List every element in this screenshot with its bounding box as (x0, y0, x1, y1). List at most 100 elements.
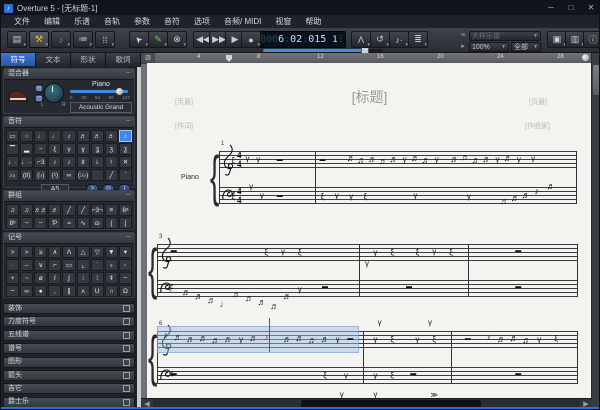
palette-cell[interactable]: △ (76, 246, 90, 258)
score-glyph[interactable]: ♬ (547, 182, 556, 191)
score-glyph[interactable]: ▬ (347, 336, 353, 342)
pencil-button[interactable]: ✎ ▾ (148, 31, 168, 48)
lyricist-placeholder[interactable]: [作词] (175, 121, 193, 131)
score-glyph[interactable]: γ (415, 336, 419, 344)
palette-cell[interactable]: ♭♭ (6, 169, 20, 181)
collapse-icon[interactable]: − (126, 69, 130, 79)
score-glyph[interactable]: γ (413, 192, 417, 200)
palette-cell[interactable]: ≈ (62, 217, 76, 229)
score-glyph[interactable]: ♪ (487, 333, 492, 342)
close-button[interactable]: ✕ (581, 1, 599, 15)
patch-name-field[interactable]: Acoustic Grand (70, 102, 132, 113)
palette-cell[interactable]: (♭) (34, 169, 48, 181)
score-glyph[interactable]: ♬ (224, 335, 233, 344)
score-glyph[interactable]: γ (373, 249, 377, 257)
score-glyph[interactable]: ♬ (357, 156, 366, 165)
panel-bar-图形[interactable]: 图形 (3, 356, 135, 368)
score-glyph[interactable]: ♩ (220, 300, 229, 309)
palette-cell[interactable]: ♪ (62, 156, 76, 168)
palette-cell[interactable]: ⌞ (76, 259, 90, 271)
palette-cell[interactable]: ╱ (76, 204, 90, 216)
tools-button[interactable]: ⚒ ▾ (29, 31, 49, 48)
palette-cell[interactable]: ♫ (6, 204, 20, 216)
score-glyph[interactable]: ξ (390, 336, 394, 344)
zoom-combo[interactable]: 100% ▼ (469, 42, 509, 52)
score-glyph[interactable]: ▬ (465, 336, 471, 342)
palette-cell[interactable]: ∞ (62, 169, 76, 181)
score-glyph[interactable]: ξ (231, 157, 235, 165)
score-glyph[interactable]: ▬ (320, 157, 326, 163)
tab-符号[interactable]: 符号 (1, 53, 36, 66)
palette-cell[interactable]: ʌ (76, 285, 90, 297)
palette-cell[interactable]: ∧ (48, 246, 62, 258)
palette-cell[interactable]: ɣ (76, 143, 90, 155)
score-glyph[interactable]: ♬ (504, 154, 513, 163)
tab-形状[interactable]: 形状 (71, 53, 106, 66)
palette-cell[interactable]: ♫ (20, 204, 34, 216)
palette-cell[interactable]: ♬ (76, 130, 90, 142)
copy-view-button[interactable]: ▣▾ (547, 31, 567, 48)
palette-cell[interactable]: { (104, 217, 118, 229)
vertical-scrollbar[interactable] (591, 53, 599, 409)
score-glyph[interactable]: ♪ (534, 187, 539, 196)
score-glyph[interactable]: ♬ (199, 334, 208, 343)
score-glyph[interactable]: ξ (416, 249, 420, 257)
volume-slider-thumb[interactable] (116, 88, 123, 95)
palette-cell[interactable]: ∞ (20, 285, 34, 297)
score-glyph[interactable]: ♬ (522, 336, 531, 345)
palette-cell[interactable]: ø (34, 272, 48, 284)
playhead-marker[interactable] (226, 55, 232, 62)
palette-cell[interactable]: ˃ (20, 246, 34, 258)
palette-cell[interactable]: ♪ (118, 130, 132, 142)
score-glyph[interactable]: ♬ (411, 154, 420, 163)
palette-cell[interactable]: > (6, 246, 20, 258)
palette-cell[interactable]: ˊ (118, 169, 132, 181)
score-glyph[interactable]: γ (373, 372, 377, 380)
score-glyph[interactable]: ▬ (171, 248, 177, 254)
score-glyph[interactable]: ▬ (515, 371, 521, 377)
selected-note[interactable]: ♪ (264, 333, 269, 342)
score-glyph[interactable]: ξ (231, 193, 235, 201)
score-glyph[interactable]: ♬ (422, 156, 431, 165)
palette-cell[interactable]: ⌢ (118, 272, 132, 284)
palette-cell[interactable]: ʃ (62, 272, 76, 284)
score-glyph[interactable]: γ (365, 260, 369, 268)
score-glyph[interactable]: γ (517, 156, 521, 164)
notes-mode-button[interactable]: ♪ ▾ (51, 31, 71, 48)
score-glyph[interactable]: ▬ (410, 371, 416, 377)
score-glyph[interactable]: ♬ (368, 155, 377, 164)
palette-cell[interactable]: – (20, 259, 34, 271)
score-glyph[interactable]: ▬ (515, 284, 521, 290)
score-glyph[interactable]: ♬ (522, 191, 531, 200)
menu-音轨[interactable]: 音轨 (97, 15, 127, 28)
score-glyph[interactable]: γ (378, 319, 382, 327)
range-combo[interactable]: 全部 ▼ (511, 42, 541, 52)
palette-cell[interactable]: ʓ (90, 143, 104, 155)
score-glyph[interactable]: ♬ (211, 336, 220, 345)
score-glyph[interactable]: ♬ (308, 336, 317, 345)
tab-文本[interactable]: 文本 (36, 53, 71, 66)
score-glyph[interactable]: ξ (390, 249, 394, 257)
score-glyph[interactable]: γ (249, 183, 253, 191)
palette-cell[interactable] (90, 169, 104, 181)
palette-cell[interactable]: , (48, 285, 62, 297)
palette-cell[interactable]: Ƥ (48, 217, 62, 229)
score-glyph[interactable]: γ (335, 192, 339, 200)
ruler-corner-buttons[interactable]: ▥ (141, 53, 155, 63)
score-glyph[interactable]: γ (246, 155, 250, 163)
menu-编辑[interactable]: 编辑 (37, 15, 67, 28)
score-glyph[interactable]: ♬ (174, 333, 183, 342)
palette-cell[interactable]: ♩·· (20, 156, 34, 168)
collapse-icon[interactable]: − (126, 233, 130, 243)
menu-乐谱[interactable]: 乐谱 (67, 15, 97, 28)
palette-cell[interactable]: ⌐3¬ (90, 204, 104, 216)
palette-cell[interactable]: − (34, 143, 48, 155)
metronome-button[interactable]: Λ ▾ (351, 31, 371, 48)
grace-note-button[interactable]: ♪· ▾ (389, 31, 409, 48)
score-glyph[interactable]: ♬ (283, 335, 292, 344)
palette-cell[interactable]: ξ (48, 143, 62, 155)
tab-歌词[interactable]: 歌词 (106, 53, 141, 66)
score-glyph[interactable]: ξ (321, 193, 325, 201)
menu-音频/ MIDI[interactable]: 音频/ MIDI (217, 15, 268, 28)
palette-cell[interactable]: ▼ (104, 246, 118, 258)
